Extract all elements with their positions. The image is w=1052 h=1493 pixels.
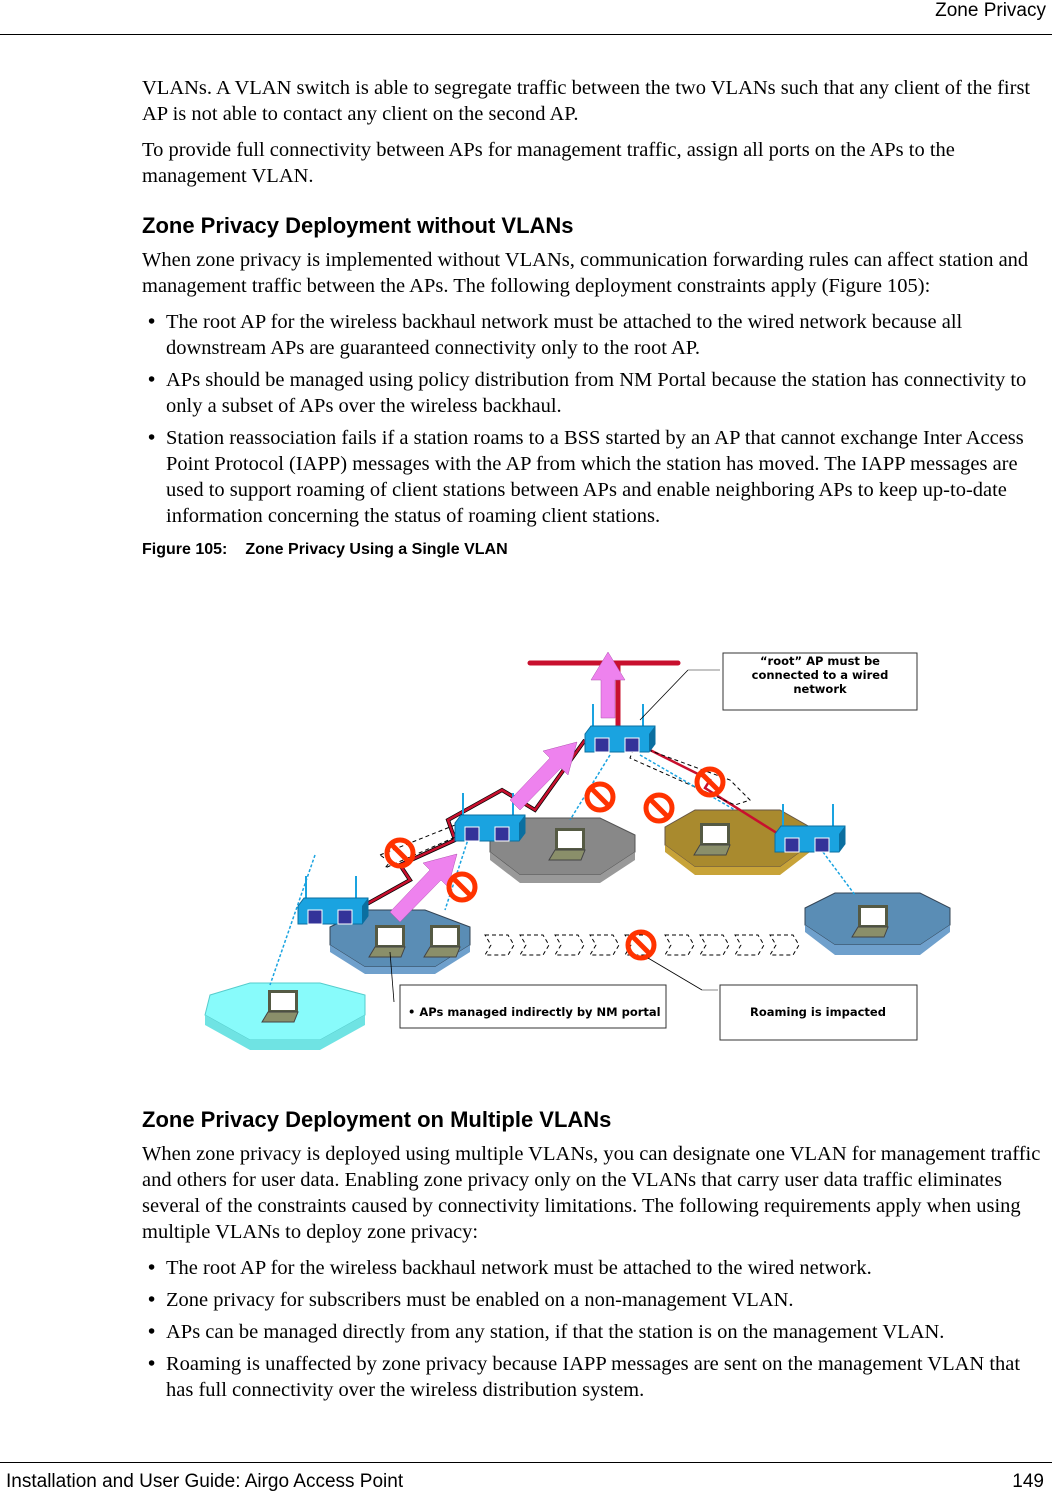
page-header: Zone Privacy bbox=[0, 0, 1052, 35]
running-header-title: Zone Privacy bbox=[935, 0, 1046, 21]
bullet-item: Roaming is unaffected by zone privacy be… bbox=[142, 1351, 1047, 1403]
callout-root-line2: connected to a wired bbox=[752, 668, 889, 682]
figure-title: Zone Privacy Using a Single VLAN bbox=[245, 541, 508, 558]
bullet-item: APs should be managed using policy distr… bbox=[142, 367, 1047, 419]
callout-managed: • APs managed indirectly by NM portal bbox=[399, 984, 667, 1029]
section2-body: When zone privacy is deployed using mult… bbox=[142, 1143, 1041, 1243]
bullet-item: The root AP for the wireless backhaul ne… bbox=[142, 1255, 1047, 1281]
page-footer: Installation and User Guide: Airgo Acces… bbox=[0, 1462, 1052, 1492]
intro-paragraph-1: VLANs. A VLAN switch is able to segregat… bbox=[142, 77, 1031, 125]
section1-bullet-list: The root AP for the wireless backhaul ne… bbox=[142, 309, 1047, 529]
intro-paragraph-2: To provide full connectivity between APs… bbox=[142, 139, 955, 187]
bullet-item: APs can be managed directly from any sta… bbox=[142, 1319, 1047, 1345]
zone-blue-right bbox=[804, 892, 951, 955]
callout-managed-text: • APs managed indirectly by NM portal bbox=[408, 1005, 661, 1019]
section-heading-multiple-vlans: Zone Privacy Deployment on Multiple VLAN… bbox=[142, 1107, 612, 1132]
callout-root-line3: network bbox=[793, 682, 847, 696]
access-point-right bbox=[774, 803, 846, 853]
callout-roaming: Roaming is impacted bbox=[719, 984, 918, 1041]
page-content-lower: Zone Privacy Deployment on Multiple VLAN… bbox=[142, 1105, 1047, 1411]
zone-cyan bbox=[204, 982, 366, 1050]
callout-roaming-text: Roaming is impacted bbox=[750, 1005, 886, 1019]
section1-body: When zone privacy is implemented without… bbox=[142, 249, 1029, 297]
section2-bullet-list: The root AP for the wireless backhaul ne… bbox=[142, 1255, 1047, 1403]
network-diagram: “root” AP must be connected to a wired n… bbox=[190, 640, 970, 1080]
figure-caption: Figure 105: Zone Privacy Using a Single V… bbox=[142, 537, 1047, 563]
bullet-item: Zone privacy for subscribers must be ena… bbox=[142, 1287, 1047, 1313]
access-point-left bbox=[297, 875, 369, 925]
footer-document-title: Installation and User Guide: Airgo Acces… bbox=[6, 1471, 404, 1492]
figure-number: Figure 105: bbox=[142, 541, 228, 558]
page-content: VLANs. A VLAN switch is able to segregat… bbox=[142, 75, 1047, 563]
section-heading-without-vlans: Zone Privacy Deployment without VLANs bbox=[142, 213, 574, 238]
callout-root-line1: “root” AP must be bbox=[760, 654, 880, 668]
bullet-item: The root AP for the wireless backhaul ne… bbox=[142, 309, 1047, 361]
callout-root-ap: “root” AP must be connected to a wired n… bbox=[722, 652, 918, 711]
page-number: 149 bbox=[1012, 1471, 1044, 1492]
bullet-item: Station reassociation fails if a station… bbox=[142, 425, 1047, 529]
